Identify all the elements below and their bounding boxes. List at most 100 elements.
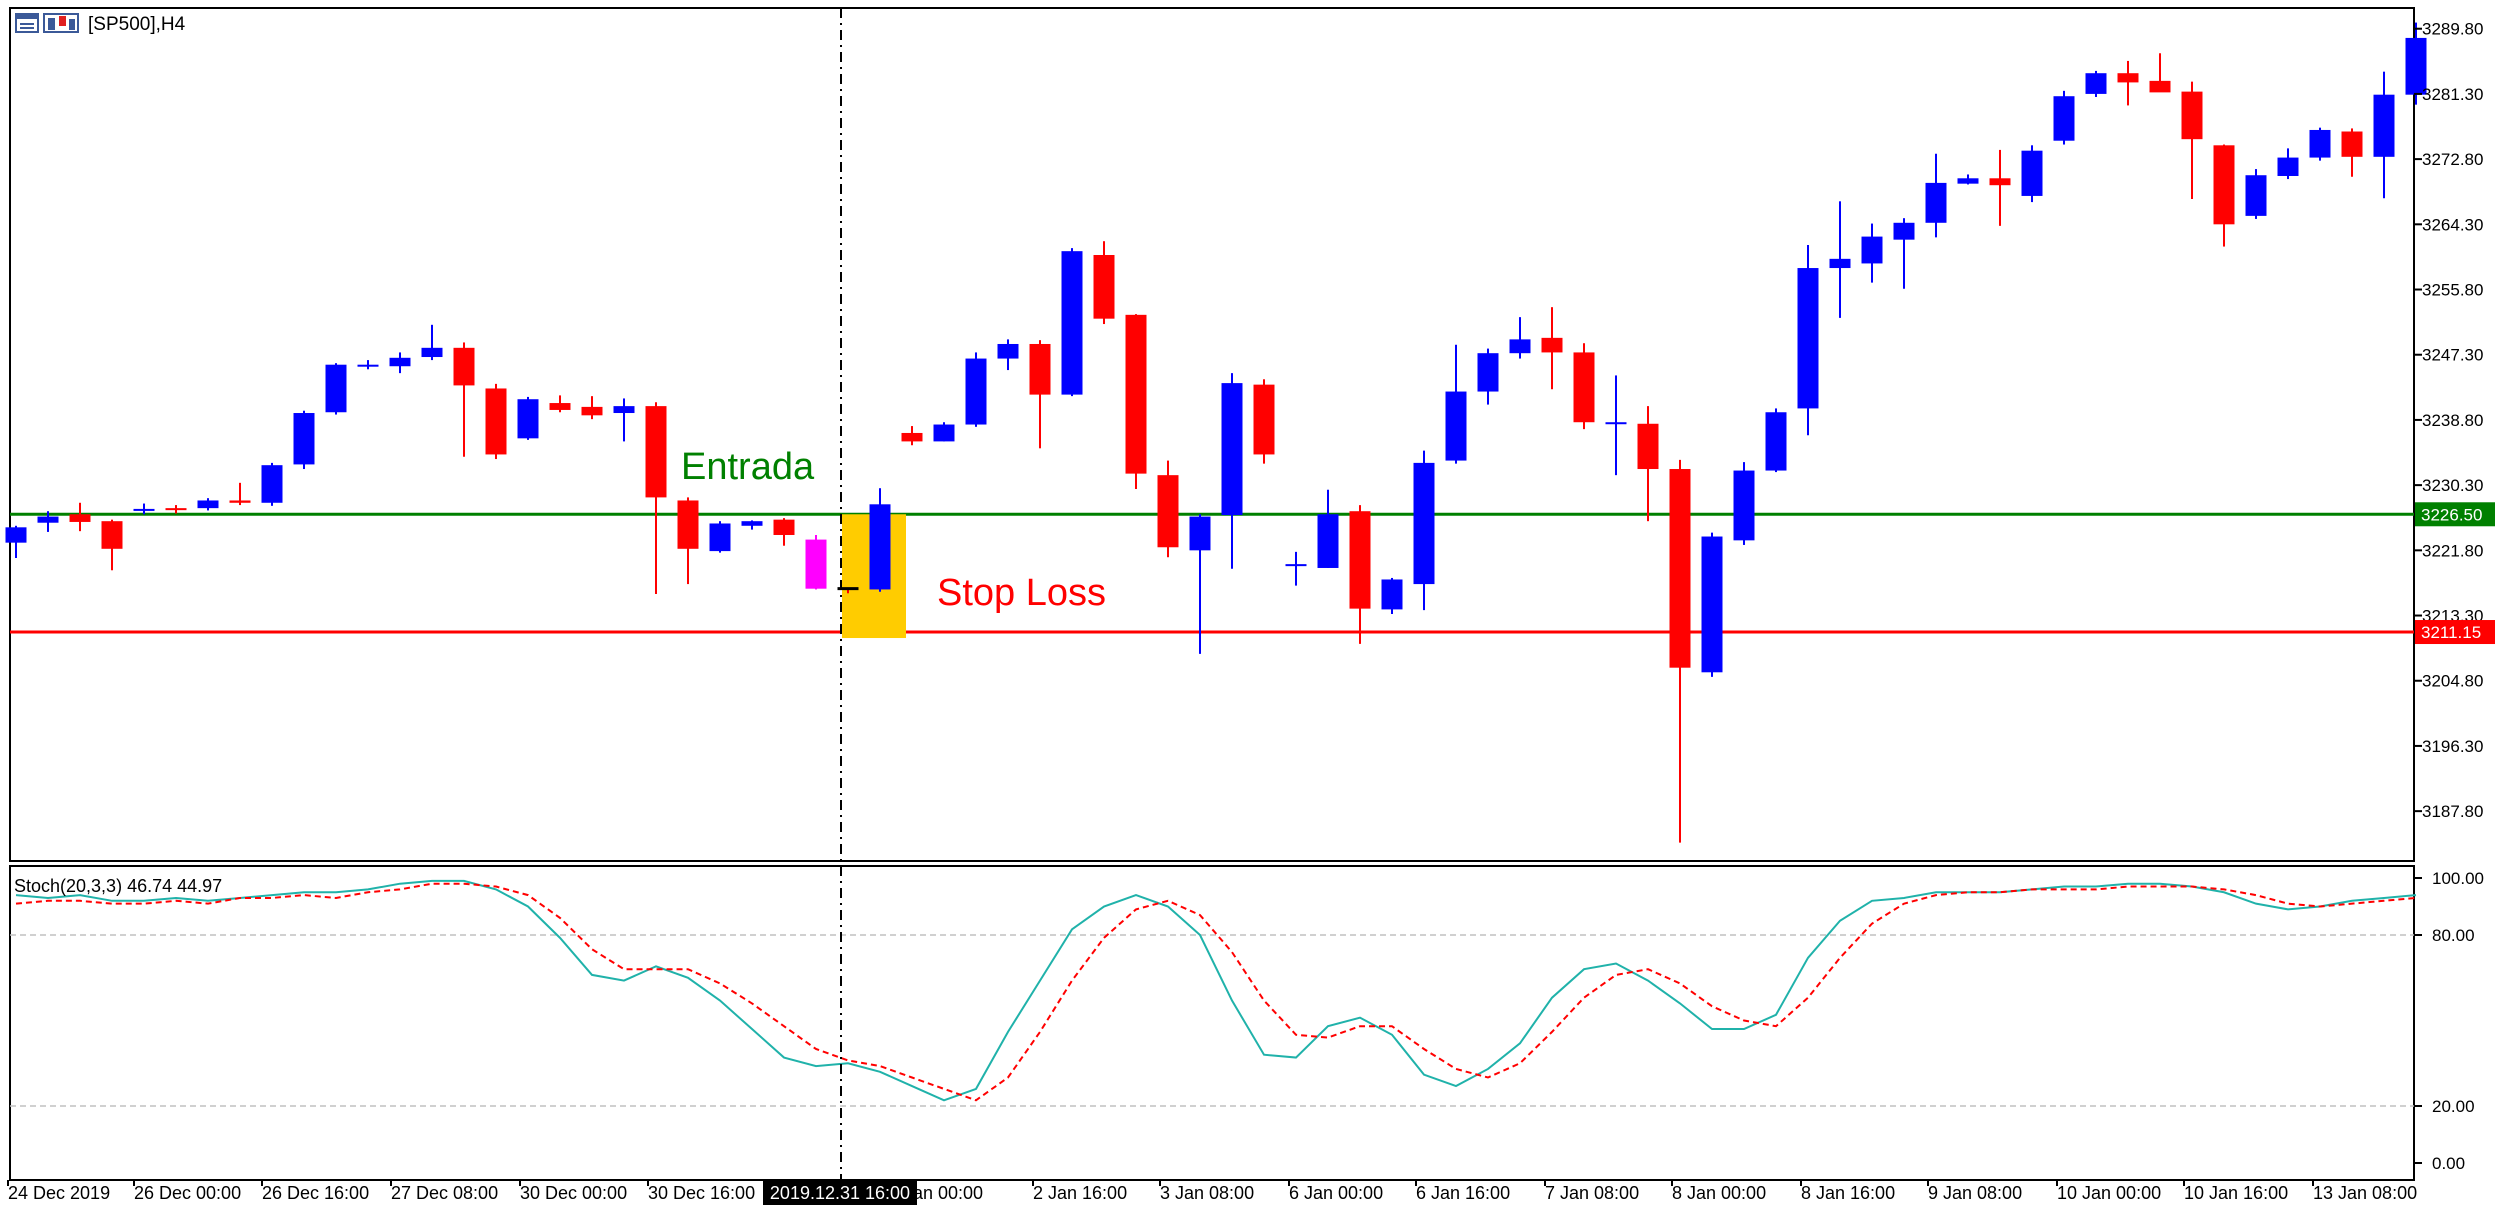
candle-body <box>997 343 1019 359</box>
candle-body <box>1413 462 1435 585</box>
candle[interactable] <box>1061 248 1083 397</box>
candle-body <box>1637 423 1659 470</box>
candle[interactable] <box>2309 127 2331 161</box>
candle-body <box>453 347 475 386</box>
candle-body <box>517 399 539 439</box>
candle-body <box>37 516 59 523</box>
candle-body <box>709 523 731 552</box>
candle-body <box>1349 511 1371 609</box>
stop-loss-annotation: Stop Loss <box>937 572 1106 614</box>
candle-body <box>2373 94 2395 157</box>
candle-body <box>1573 352 1595 423</box>
price-axis-label: 3289.80 <box>2422 20 2483 39</box>
price-axis-label: 3230.30 <box>2422 476 2483 495</box>
time-axis-label: 8 Jan 00:00 <box>1672 1183 1766 1203</box>
candle-body <box>1029 343 1051 395</box>
time-axis-label: 3 Jan 08:00 <box>1160 1183 1254 1203</box>
time-axis-label: 7 Jan 08:00 <box>1545 1183 1639 1203</box>
candle-body <box>5 527 27 543</box>
candle[interactable] <box>485 383 507 460</box>
time-axis-label: 9 Jan 08:00 <box>1928 1183 2022 1203</box>
price-axis-label: 3272.80 <box>2422 150 2483 169</box>
entrada-annotation: Entrada <box>681 446 815 488</box>
candle-body <box>357 364 379 367</box>
candle[interactable] <box>1797 245 1819 436</box>
candle-body <box>1733 470 1755 541</box>
candle-body <box>1925 182 1947 223</box>
time-axis-label: 6 Jan 16:00 <box>1416 1183 1510 1203</box>
candle-body <box>1189 516 1211 551</box>
candle[interactable] <box>2085 70 2107 97</box>
candle[interactable] <box>325 363 347 415</box>
candle-body <box>2085 73 2107 94</box>
candle-body <box>645 406 667 498</box>
candle-body <box>197 500 219 509</box>
candle[interactable] <box>933 422 955 442</box>
candle-body <box>1541 337 1563 353</box>
stochastic-panel[interactable] <box>9 865 2415 1181</box>
main-chart-panel[interactable] <box>9 7 2415 862</box>
candle[interactable] <box>261 462 283 506</box>
candle-body <box>741 521 763 526</box>
candle[interactable] <box>1381 577 1403 614</box>
candle-body <box>805 539 827 589</box>
stochastic-axis-label: 0.00 <box>2432 1154 2465 1173</box>
candle-body <box>2053 96 2075 141</box>
candle-body <box>2117 73 2139 83</box>
time-axis-label: 30 Dec 16:00 <box>648 1183 755 1203</box>
price-axis-label: 3255.80 <box>2422 281 2483 300</box>
time-axis-label: 6 Jan 00:00 <box>1289 1183 1383 1203</box>
crosshair-time-label: 2019.12.31 16:00 <box>770 1183 910 1203</box>
candle-body <box>2149 80 2171 93</box>
candle-body <box>1477 353 1499 392</box>
candle-body <box>677 500 699 549</box>
candle[interactable] <box>965 352 987 427</box>
price-axis-label: 3238.80 <box>2422 411 2483 430</box>
stochastic-axis-label: 20.00 <box>2432 1097 2475 1116</box>
candle[interactable] <box>1701 532 1723 677</box>
candle-body <box>2277 157 2299 176</box>
candle[interactable] <box>1253 379 1275 464</box>
candle-body <box>325 364 347 413</box>
candle-body <box>1253 384 1275 455</box>
candle-body <box>1509 339 1531 354</box>
stop-loss-price-label: 3211.15 <box>2421 623 2481 642</box>
candle-body <box>389 357 411 367</box>
candle-body <box>1093 255 1115 319</box>
candle[interactable] <box>517 396 539 440</box>
candle-body <box>2181 91 2203 140</box>
candle-body <box>2245 175 2267 216</box>
chart-window[interactable]: [SP500],H4 3289.80 3281.30 3272.80 3264.30 3… <box>0 0 2504 1218</box>
candle[interactable] <box>2245 169 2267 219</box>
candle-body <box>1445 391 1467 461</box>
candle-body <box>1989 178 2011 186</box>
candle-body <box>1125 314 1147 474</box>
candle-body <box>1605 422 1627 425</box>
candle-body <box>2213 145 2235 225</box>
candle-body <box>1669 469 1691 668</box>
candle[interactable] <box>2021 145 2043 203</box>
stochastic-axis-label: 100.00 <box>2432 869 2484 888</box>
time-axis-label: 24 Dec 2019 <box>8 1183 110 1203</box>
candle[interactable] <box>709 521 731 553</box>
time-axis-label: 10 Jan 16:00 <box>2184 1183 2288 1203</box>
candle-body <box>421 347 443 358</box>
candle[interactable] <box>805 534 827 590</box>
candle-body <box>1765 412 1787 471</box>
candle-body <box>581 406 603 416</box>
time-axis-label: 26 Dec 00:00 <box>134 1183 241 1203</box>
stochastic-axis-label: 80.00 <box>2432 926 2475 945</box>
chart-type-icon[interactable] <box>43 13 79 33</box>
candle[interactable] <box>2053 90 2075 145</box>
candle[interactable] <box>1765 408 1787 473</box>
candle[interactable] <box>1573 343 1595 430</box>
candle[interactable] <box>293 410 315 470</box>
candle[interactable] <box>1733 462 1755 545</box>
candle-body <box>1893 222 1915 240</box>
candle-body <box>965 358 987 425</box>
candle[interactable] <box>1125 314 1147 489</box>
candle-body <box>1317 514 1339 568</box>
candle-body <box>1157 475 1179 548</box>
window-menu-icon[interactable] <box>15 13 39 33</box>
price-axis-label: 3281.30 <box>2422 85 2483 104</box>
